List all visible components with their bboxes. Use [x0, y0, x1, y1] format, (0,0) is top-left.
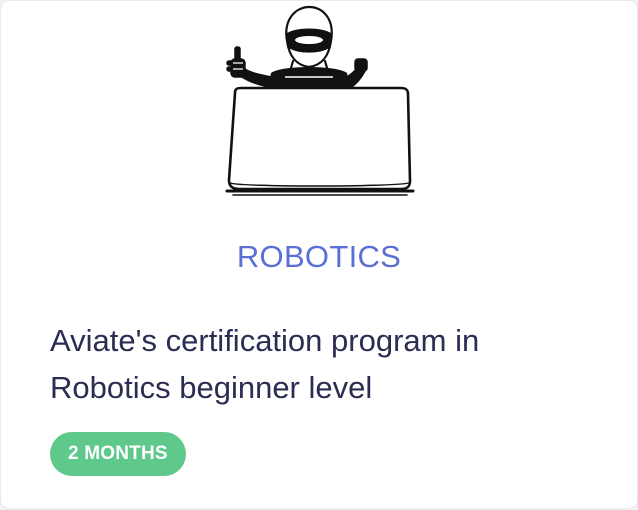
- course-category: ROBOTICS: [236, 239, 402, 274]
- course-title[interactable]: Aviate's certification program in Roboti…: [50, 317, 590, 411]
- course-card[interactable]: ROBOTICS Aviate's certification program …: [1, 1, 637, 508]
- robot-with-laptop-illustration: [225, 5, 415, 196]
- duration-badge: 2 MONTHS: [50, 432, 186, 476]
